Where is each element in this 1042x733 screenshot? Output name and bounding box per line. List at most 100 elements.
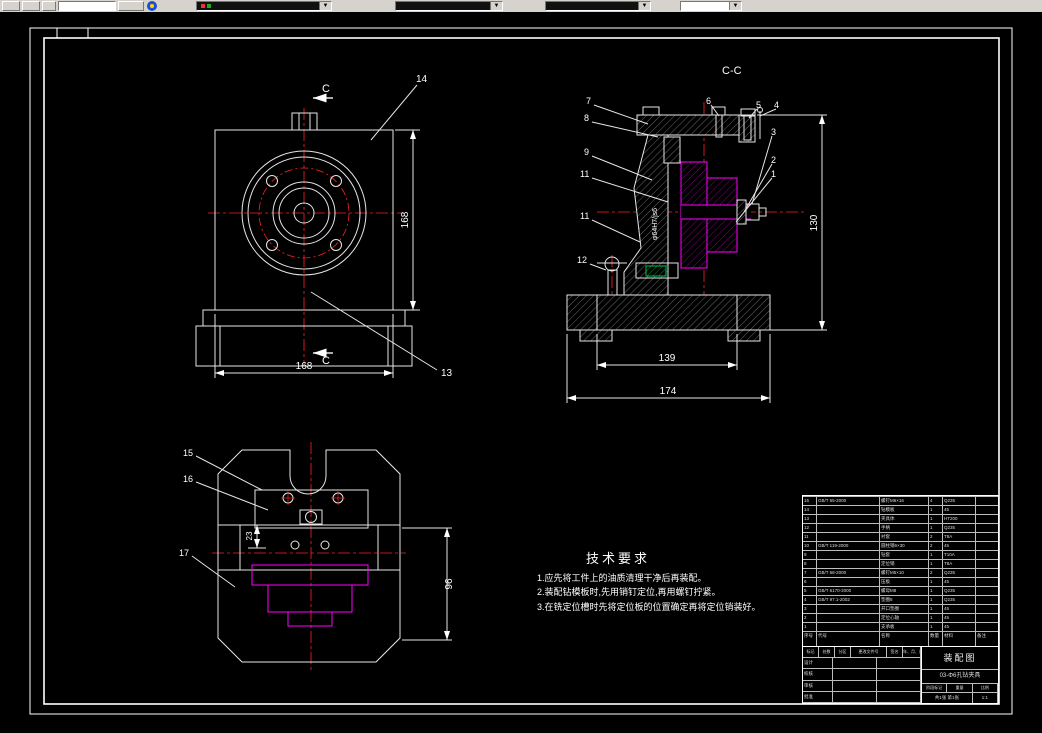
balloon-16: 16 <box>183 474 193 484</box>
bom-header-qty: 数量 <box>929 631 943 646</box>
drawing-title: 装配图 <box>922 647 998 670</box>
layers-icon[interactable] <box>147 1 157 11</box>
bom-cell-qty: 2 <box>929 568 943 577</box>
bom-cell-name: 螺钉M5×10 <box>880 568 929 577</box>
chg-docno: 更改文件号 <box>851 647 887 658</box>
chg-zone: 分区 <box>835 647 851 658</box>
linetype-combo[interactable]: ▼ <box>545 1 651 11</box>
bom-cell-qty: 1 <box>929 613 943 622</box>
balloon-6: 6 <box>706 96 711 106</box>
bom-cell-name: 定位心轴 <box>880 613 929 622</box>
bom-cell-code <box>817 523 880 532</box>
bom-cell-no: 10 <box>803 541 817 550</box>
bom-cell-note <box>976 505 998 514</box>
balloon-14: 14 <box>416 74 428 85</box>
bom-cell-name: 钻套 <box>880 550 929 559</box>
toolbar-button[interactable] <box>42 1 56 11</box>
tech-req-item-3: 3.在铣定位槽时先将定位板的位置确定再将定位销装好。 <box>537 601 761 612</box>
bom-cell-note <box>976 604 998 613</box>
bom-row: 6 压板 1 45 <box>803 577 998 586</box>
toolbar-button[interactable] <box>118 1 144 11</box>
bom-cell-name: 压板 <box>880 577 929 586</box>
bom-cell-qty: 1 <box>929 577 943 586</box>
bom-cell-no: 3 <box>803 604 817 613</box>
bom-header-row: 序号 代号 名称 数量 材料 备注 <box>803 631 998 646</box>
hidden-plate-outline <box>251 564 369 627</box>
lineweight-combo[interactable]: ▼ <box>680 1 742 11</box>
bom-cell-qty: 1 <box>929 559 943 568</box>
bom-cell-note <box>976 514 998 523</box>
dropdown-arrow-icon[interactable]: ▼ <box>490 2 502 10</box>
bom-cell-mat: 45 <box>943 622 976 631</box>
dim-168-height: 168 <box>400 211 411 228</box>
bom-cell-qty: 1 <box>929 514 943 523</box>
top-view <box>191 442 452 670</box>
weight-label: 重量 <box>947 684 973 693</box>
color-swatch-red <box>201 4 205 8</box>
bom-cell-mat: 45 <box>943 613 976 622</box>
bom-row: 15 GB/T 65-2000 螺钉M6×16 4 Q235 <box>803 496 998 505</box>
tech-req-item-2: 2.装配钻模板时,先用销钉定位,再用螺钉拧紧。 <box>537 586 721 597</box>
centerlines <box>212 442 406 670</box>
bom-cell-note <box>976 622 998 631</box>
bom-cell-mat: Q235 <box>943 586 976 595</box>
drawing-number: 03-Φ6孔钻夹具 <box>922 670 998 684</box>
bom-cell-no: 4 <box>803 595 817 604</box>
bom-cell-no: 7 <box>803 568 817 577</box>
technical-requirements: 技术要求 1.应先将工件上的油质清理干净后再装配。 2.装配钻模板时,先用销钉定… <box>537 551 761 612</box>
color-combo[interactable]: ▼ <box>395 1 503 11</box>
bom-header-no: 序号 <box>803 631 817 646</box>
bom-cell-qty: 1 <box>929 622 943 631</box>
bom-cell-code <box>817 622 880 631</box>
bom-cell-qty: 1 <box>929 586 943 595</box>
bom-cell-code: GB/T 68-2000 <box>817 568 880 577</box>
bom-cell-no: 11 <box>803 532 817 541</box>
bom-cell-mat: Q235 <box>943 496 976 505</box>
bom-cell-mat: 45 <box>943 577 976 586</box>
role-design: 设计 <box>803 658 833 670</box>
meta-values: 共1张 第1张 1:1 <box>922 693 998 703</box>
bom-cell-qty: 2 <box>929 532 943 541</box>
toolbar-button[interactable] <box>2 1 20 11</box>
bom-cell-no: 9 <box>803 550 817 559</box>
bom-cell-no: 14 <box>803 505 817 514</box>
bom-cell-note <box>976 595 998 604</box>
bom-rows: 15 GB/T 65-2000 螺钉M6×16 4 Q235 14 钻模板 1 45 13 夹具体 1… <box>803 496 998 631</box>
bom-cell-code: GB/T 6170-2000 <box>817 586 880 595</box>
dropdown-arrow-icon[interactable]: ▼ <box>729 2 741 10</box>
bom-cell-code: GB/T 97.1-2002 <box>817 595 880 604</box>
tech-req-item-1: 1.应先将工件上的油质清理干净后再装配。 <box>537 572 707 583</box>
bom-row: 7 GB/T 68-2000 螺钉M5×10 2 Q235 <box>803 568 998 577</box>
bom-cell-note <box>976 613 998 622</box>
balloon-3: 3 <box>771 127 776 137</box>
balloon-12: 12 <box>577 255 587 265</box>
dim-174: 174 <box>660 386 677 397</box>
bom-cell-code: GB/T 65-2000 <box>817 496 880 505</box>
bom-cell-qty: 1 <box>929 505 943 514</box>
bom-cell-note <box>976 559 998 568</box>
dim-96: 96 <box>444 578 455 590</box>
bom-cell-code <box>817 514 880 523</box>
bom-row: 8 定位销 1 T8A <box>803 559 998 568</box>
bom-cell-code <box>817 613 880 622</box>
dim-139: 139 <box>659 353 676 364</box>
fit-callout: φ64H7/js6 <box>652 208 659 240</box>
bom-row: 14 钻模板 1 45 <box>803 505 998 514</box>
bom-cell-note <box>976 586 998 595</box>
scale-value: 1:1 <box>973 693 998 703</box>
section-view <box>566 102 827 403</box>
bom-cell-note <box>976 496 998 505</box>
dropdown-arrow-icon[interactable]: ▼ <box>319 2 331 10</box>
dropdown-arrow-icon[interactable]: ▼ <box>638 2 650 10</box>
drawing-area[interactable]: C C 168 168 14 13 C-C 139 174 130 φ64H7/… <box>0 12 1042 733</box>
balloon-8: 8 <box>584 113 589 123</box>
toolbar-field[interactable] <box>58 1 116 11</box>
section-letter: C <box>322 83 330 95</box>
toolbar-button[interactable] <box>22 1 40 11</box>
dim-130: 130 <box>809 214 820 231</box>
bom-row: 3 开口垫圈 1 45 <box>803 604 998 613</box>
bom-cell-mat: Q235 <box>943 523 976 532</box>
balloon-15: 15 <box>183 448 193 458</box>
bom-cell-name: 钻模板 <box>880 505 929 514</box>
layer-combo[interactable]: ▼ <box>196 1 332 11</box>
